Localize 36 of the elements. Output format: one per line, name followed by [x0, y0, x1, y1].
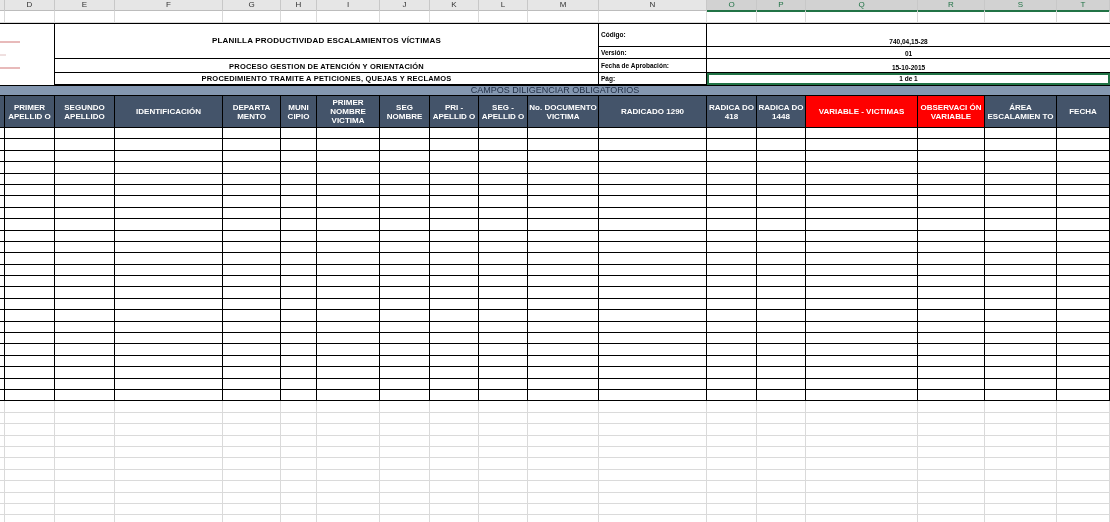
column-heading: RADICADO 1290	[599, 96, 707, 127]
column-heading: PRIMER NOMBRE VICTIMA	[317, 96, 380, 127]
sheet-title: PLANILLA PRODUCTIVIDAD ESCALAMIENTOS VÍCTIMAS	[212, 35, 441, 47]
column-header[interactable]: O	[707, 0, 757, 12]
logo-fragment-icon	[0, 39, 20, 70]
column-heading: MUNI CIPIO	[281, 96, 317, 127]
column-heading: DEPARTA MENTO	[223, 96, 281, 127]
column-header[interactable]: J	[380, 0, 430, 12]
column-header[interactable]: F	[115, 0, 223, 12]
column-heading: SEG NOMBRE	[380, 96, 430, 127]
column-header[interactable]: Q	[806, 0, 918, 12]
column-header[interactable]: S	[985, 0, 1057, 12]
column-header[interactable]: T	[1057, 0, 1110, 12]
column-header[interactable]: I	[317, 0, 380, 12]
column-heading: VARIABLE - VICTIMAS	[806, 96, 918, 127]
column-heading: PRIMER APELLID O	[5, 96, 55, 127]
column-heading: IDENTIFICACIÓN	[115, 96, 223, 127]
section-banner: CAMPOS DILIGENCIAR OBLIGATORIOS	[0, 85, 1110, 96]
column-header[interactable]: L	[479, 0, 528, 12]
column-header[interactable]: H	[281, 0, 317, 12]
column-header[interactable]: E	[55, 0, 115, 12]
column-header[interactable]: P	[757, 0, 806, 12]
column-heading: RADICA DO 1448	[757, 96, 806, 127]
column-heading: PRI - APELLID O	[430, 96, 479, 127]
column-heading: SEGUNDO APELLIDO	[55, 96, 115, 127]
column-heading: OBSERVACI ÓN VARIABLE	[918, 96, 985, 127]
column-header[interactable]: D	[5, 0, 55, 12]
column-header[interactable]: G	[223, 0, 281, 12]
column-heading: RADICA DO 418	[707, 96, 757, 127]
column-heading: No. DOCUMENTO VICTIMA	[528, 96, 599, 127]
column-header[interactable]: K	[430, 0, 479, 12]
column-heading: SEG - APELLID O	[479, 96, 528, 127]
column-heading: FECHA	[1057, 96, 1110, 127]
column-heading: ÁREA ESCALAMIEN TO	[985, 96, 1057, 127]
column-header[interactable]: R	[918, 0, 985, 12]
column-header[interactable]: M	[528, 0, 599, 12]
